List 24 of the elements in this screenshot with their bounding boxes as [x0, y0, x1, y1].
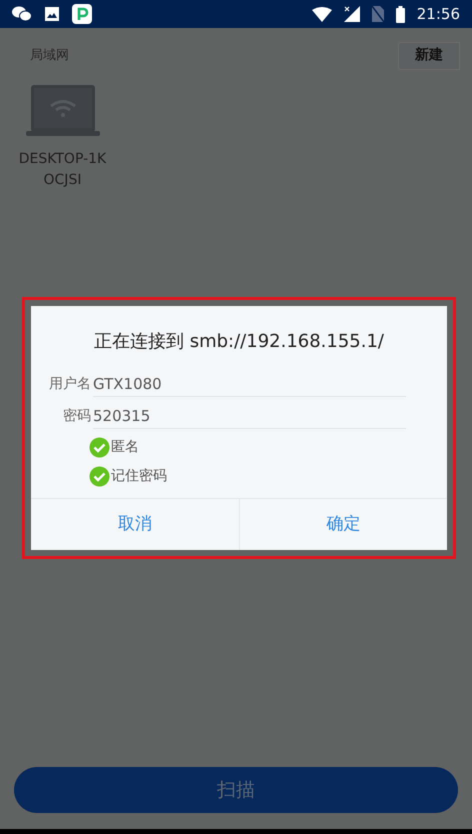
input-field[interactable]: 520315 — [93, 404, 406, 429]
field-label: 用户名 — [48, 375, 91, 394]
status-time: 21:56 — [416, 4, 460, 25]
dialog-button[interactable]: 取消 — [31, 499, 238, 550]
laptop-icon[interactable] — [26, 85, 100, 137]
signal-icon — [344, 6, 360, 22]
device-name[interactable]: DESKTOP-1K OCJSI — [10, 149, 115, 191]
checkbox-option[interactable]: 匿名 — [89, 437, 447, 458]
field-label: 密码 — [62, 407, 91, 426]
app-icon — [72, 4, 92, 24]
dialog-button[interactable]: 确定 — [238, 499, 447, 550]
checkbox[interactable] — [89, 437, 110, 458]
wifi-icon — [312, 6, 332, 22]
new-button[interactable]: 新建 — [398, 42, 460, 70]
scan-button[interactable]: 扫描 — [14, 767, 458, 813]
chat-icon — [12, 6, 32, 22]
checkbox-option[interactable]: 记住密码 — [89, 466, 447, 487]
dialog-title: 正在连接到 smb://192.168.155.1/ — [92, 330, 385, 354]
checkbox[interactable] — [89, 466, 110, 487]
battery-icon — [396, 6, 405, 22]
input-field[interactable]: GTX1080 — [93, 372, 406, 397]
sim-icon — [372, 6, 384, 22]
section-title: 局域网 — [30, 46, 69, 65]
image-icon — [44, 6, 60, 22]
